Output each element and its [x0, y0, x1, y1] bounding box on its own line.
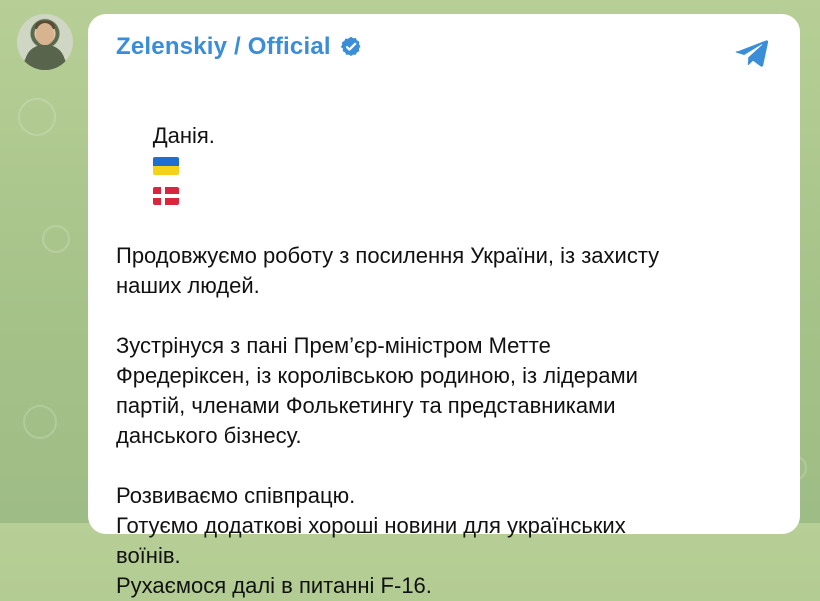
- wallpaper-doodle: [42, 225, 70, 253]
- message-line-8: Розвиваємо співпрацю.: [116, 483, 356, 508]
- wallpaper-doodle: [18, 98, 56, 136]
- message-line-1: Данія.: [152, 123, 215, 148]
- message-line-10: воїнів.: [116, 543, 181, 568]
- verified-badge-icon: [340, 36, 361, 56]
- message-bubble: Zelenskiy / Official Данія. Продовжуємо …: [88, 14, 800, 598]
- telegram-plane-icon[interactable]: [732, 32, 772, 72]
- denmark-flag-icon: [152, 187, 179, 205]
- message-line-2: Продовжуємо роботу з посилення України, …: [116, 243, 660, 268]
- avatar-head: [36, 23, 54, 45]
- ukraine-flag-icon: [152, 157, 179, 175]
- message-line-6: партій, членами Фолькетингу та представн…: [116, 393, 616, 418]
- avatar-body: [25, 45, 65, 70]
- message-line-7: данського бізнесу.: [116, 423, 302, 448]
- wallpaper-doodle: [23, 405, 57, 439]
- message-line-4: Зустрінуся з пані Прем’єр-міністром Метт…: [116, 333, 551, 358]
- message-line-3: наших людей.: [116, 273, 260, 298]
- channel-name[interactable]: Zelenskiy / Official: [116, 33, 331, 61]
- message-line-11: Рухаємося далі в питанні F-16.: [116, 573, 432, 598]
- channel-avatar[interactable]: [17, 14, 73, 70]
- message-header: Zelenskiy / Official: [116, 33, 363, 61]
- message-line: Данія.: [116, 91, 756, 241]
- message-line-9: Готуємо додаткові хороші новини для укра…: [116, 513, 626, 538]
- message-text: Данія. Продовжуємо роботу з посилення Ук…: [116, 91, 756, 601]
- message-line-5: Фредеріксен, із королівською родиною, із…: [116, 363, 638, 388]
